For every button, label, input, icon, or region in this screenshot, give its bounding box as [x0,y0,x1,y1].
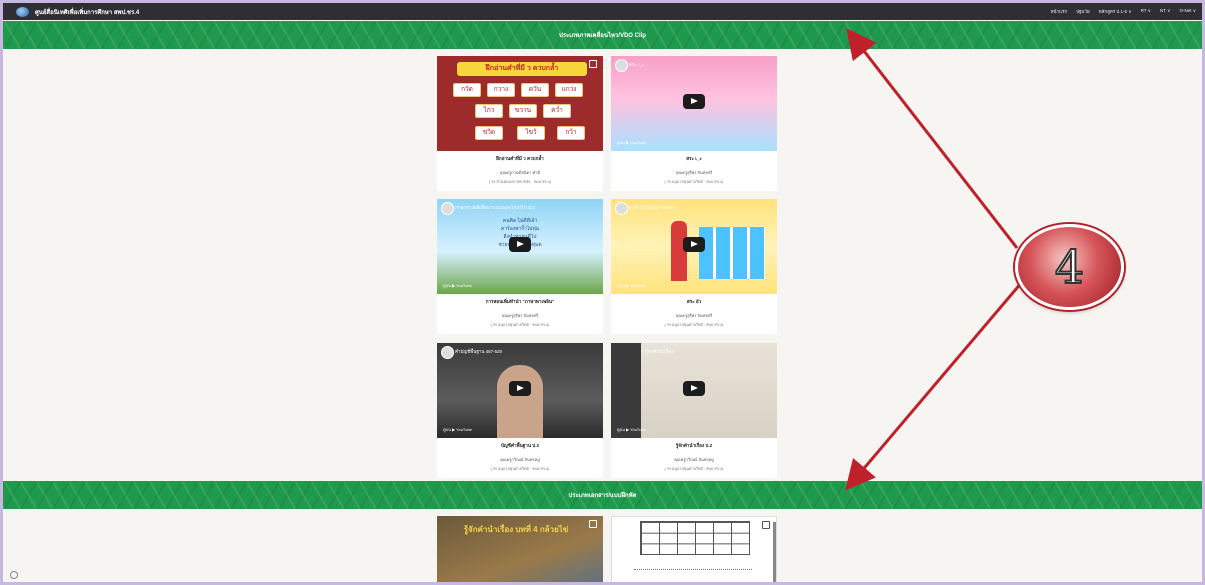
annotation-number-badge: 4 [1015,224,1124,310]
annotation-arrow-bottom [845,281,1024,491]
annotation-arrow-top [846,28,1019,249]
annotation-number: 4 [1054,240,1085,294]
annotation-arrows [845,28,1024,491]
